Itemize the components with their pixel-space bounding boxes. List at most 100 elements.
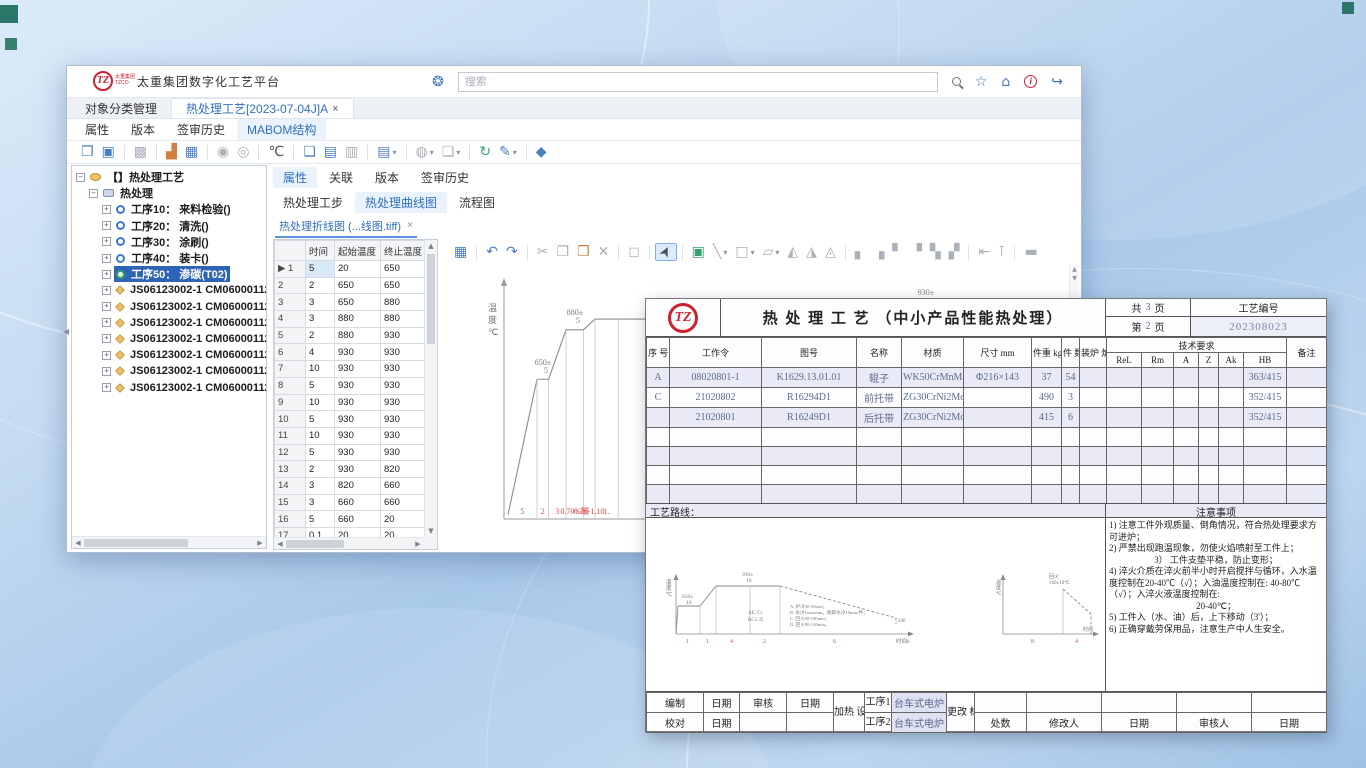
scrollbar-thumb[interactable] [286, 540, 344, 548]
nav-tab-3[interactable]: MABOM结构 [237, 119, 326, 140]
tree-expander-icon[interactable]: + [102, 302, 111, 311]
grid-row-header[interactable]: 12 [275, 444, 306, 461]
align-top-icon[interactable]: ▘ [888, 244, 907, 260]
tree-expander-icon[interactable]: − [76, 173, 85, 182]
image-tool-icon[interactable]: ▣ [688, 244, 709, 260]
scroll-right-arrow-icon[interactable]: ▶ [254, 539, 266, 547]
grid-cell[interactable]: 10 [306, 427, 335, 444]
grid-row-9[interactable]: 910930930 [275, 394, 425, 411]
grid-cell[interactable]: 5 [306, 444, 335, 461]
grid-cell[interactable]: 4 [306, 344, 335, 361]
grid-cell[interactable]: 820 [335, 477, 381, 494]
panel-collapse-arrow[interactable]: ◀ [63, 321, 70, 343]
dropdown-caret-icon[interactable]: ▾ [430, 148, 434, 157]
align-left-icon[interactable]: ▖ [851, 244, 870, 260]
grid-cell[interactable]: 650 [335, 294, 381, 311]
grid-horizontal-scrollbar[interactable]: ◀ ▶ [274, 537, 424, 549]
advanced-search-icon[interactable]: ❂ [432, 75, 444, 89]
grid-row-header[interactable]: 5 [275, 327, 306, 344]
document-icon[interactable]: ❏▾ [438, 144, 465, 160]
tree-expander-icon[interactable]: + [102, 334, 111, 343]
schedule-edit-icon[interactable]: ▦ [181, 144, 202, 160]
detail-subtab-0[interactable]: 热处理工步 [273, 192, 353, 213]
grid-cell[interactable]: 5 [306, 261, 335, 278]
flip-horizontal-icon[interactable]: ◭ [783, 244, 802, 260]
tree-expander-icon[interactable]: + [102, 237, 111, 246]
grid-row-16[interactable]: 16566020 [275, 511, 425, 528]
grid-cell[interactable]: 880 [335, 311, 381, 328]
grid-cell[interactable]: 930 [335, 461, 381, 478]
grid-cell[interactable]: 880 [335, 327, 381, 344]
grid-cell[interactable]: 930 [335, 361, 381, 378]
tree-expander-icon[interactable]: + [102, 318, 111, 327]
tree-item-12[interactable]: +JS06123002-1 CM0600011215 [74, 363, 266, 379]
grid-row-header[interactable]: 2 [275, 277, 306, 294]
tree-horizontal-scrollbar[interactable]: ◀ ▶ [72, 536, 266, 548]
grid-row-header[interactable]: 8 [275, 377, 306, 394]
tree-item-6[interactable]: +工序50： 渗碳(T02) [74, 266, 266, 282]
grid-row-2[interactable]: 22650650 [275, 277, 425, 294]
grid-cell[interactable]: 3 [306, 494, 335, 511]
close-file-tab-icon[interactable]: × [407, 220, 413, 231]
scroll-up-arrow-icon[interactable]: ▲ [425, 240, 437, 252]
grid-cell[interactable]: 930 [335, 427, 381, 444]
search-input[interactable] [465, 76, 931, 88]
grid-cell[interactable]: 930 [335, 411, 381, 428]
tab-curve-file[interactable]: 热处理折线图 (...线图.tiff) × [275, 216, 417, 238]
list-icon[interactable]: ▤ [320, 144, 341, 160]
grid-cell[interactable]: 2 [306, 327, 335, 344]
scroll-left-arrow-icon[interactable]: ◀ [274, 540, 286, 548]
tree-expander-icon[interactable]: + [102, 286, 111, 295]
nav-tab-2[interactable]: 签审历史 [167, 119, 235, 140]
tree-expander-icon[interactable]: + [102, 367, 111, 376]
tree-item-3[interactable]: +工序20： 清洗() [74, 218, 266, 234]
line-tool-icon[interactable]: ╲▾ [709, 244, 731, 260]
detail-tab-2[interactable]: 版本 [365, 167, 409, 188]
grid-cell[interactable]: 5 [306, 511, 335, 528]
grid-row-14[interactable]: 143820660 [275, 477, 425, 494]
scrollbar-thumb[interactable] [84, 539, 188, 547]
grid-cell[interactable]: 930 [335, 377, 381, 394]
grid-cell[interactable]: 2 [306, 277, 335, 294]
close-tab-icon[interactable]: × [332, 103, 338, 115]
temperature-icon[interactable]: ℃ [264, 144, 288, 160]
dropdown-caret-icon[interactable]: ▾ [751, 248, 755, 257]
tree-item-0[interactable]: −【】热处理工艺 [74, 169, 266, 185]
copy-structure-icon[interactable]: ❏ [299, 144, 320, 160]
grid-row-17[interactable]: 170.12020 [275, 528, 425, 538]
grid-cell[interactable]: 880 [381, 294, 425, 311]
tree-expander-icon[interactable]: + [102, 351, 111, 360]
grid-cell[interactable]: 930 [335, 444, 381, 461]
dropdown-caret-icon[interactable]: ▾ [456, 148, 460, 157]
grid-cell[interactable]: 650 [381, 277, 425, 294]
scroll-down-arrow-icon[interactable]: ▼ [425, 525, 437, 537]
grid-cell[interactable]: 3 [306, 294, 335, 311]
align-bottom-icon[interactable]: ▗ [870, 244, 889, 260]
grid-row-header[interactable]: 16 [275, 511, 306, 528]
tree-item-4[interactable]: +工序30： 涂刷() [74, 234, 266, 250]
dropdown-caret-icon[interactable]: ▾ [775, 248, 779, 257]
grid-cell[interactable]: 3 [306, 477, 335, 494]
grid-cell[interactable]: 650 [381, 261, 425, 278]
grid-cell[interactable]: 20 [335, 261, 381, 278]
open-window-icon[interactable]: ❐ [77, 144, 98, 160]
export-image-icon[interactable]: ▩ [130, 144, 151, 160]
scrollbar-thumb[interactable] [427, 254, 435, 344]
tree-expander-icon[interactable]: + [102, 383, 111, 392]
grid-row-header[interactable]: 17 [275, 528, 306, 538]
tree-item-10[interactable]: +JS06123002-1 CM0600011215 [74, 331, 266, 347]
col-header-start-temp[interactable]: 起始温度 [335, 241, 381, 261]
align-right-icon[interactable]: ▝ [907, 244, 926, 260]
polygon-tool-icon[interactable]: ▱▾ [759, 244, 784, 260]
home-icon[interactable]: ⌂ [1001, 75, 1010, 89]
rotate-shape-icon[interactable]: ◬ [821, 244, 840, 260]
grid-vertical-scrollbar[interactable]: ▲ ▼ [424, 240, 437, 537]
grid-cell[interactable]: 10 [306, 361, 335, 378]
grid-cell[interactable]: 930 [381, 394, 425, 411]
grid-row-header[interactable]: 15 [275, 494, 306, 511]
align-center-v-icon[interactable]: ▞ [945, 244, 964, 260]
grid-row-header[interactable]: 13 [275, 461, 306, 478]
paste-icon[interactable]: ❒ [573, 244, 594, 260]
grid-cell[interactable]: 660 [335, 511, 381, 528]
grid-cell[interactable]: 660 [381, 477, 425, 494]
